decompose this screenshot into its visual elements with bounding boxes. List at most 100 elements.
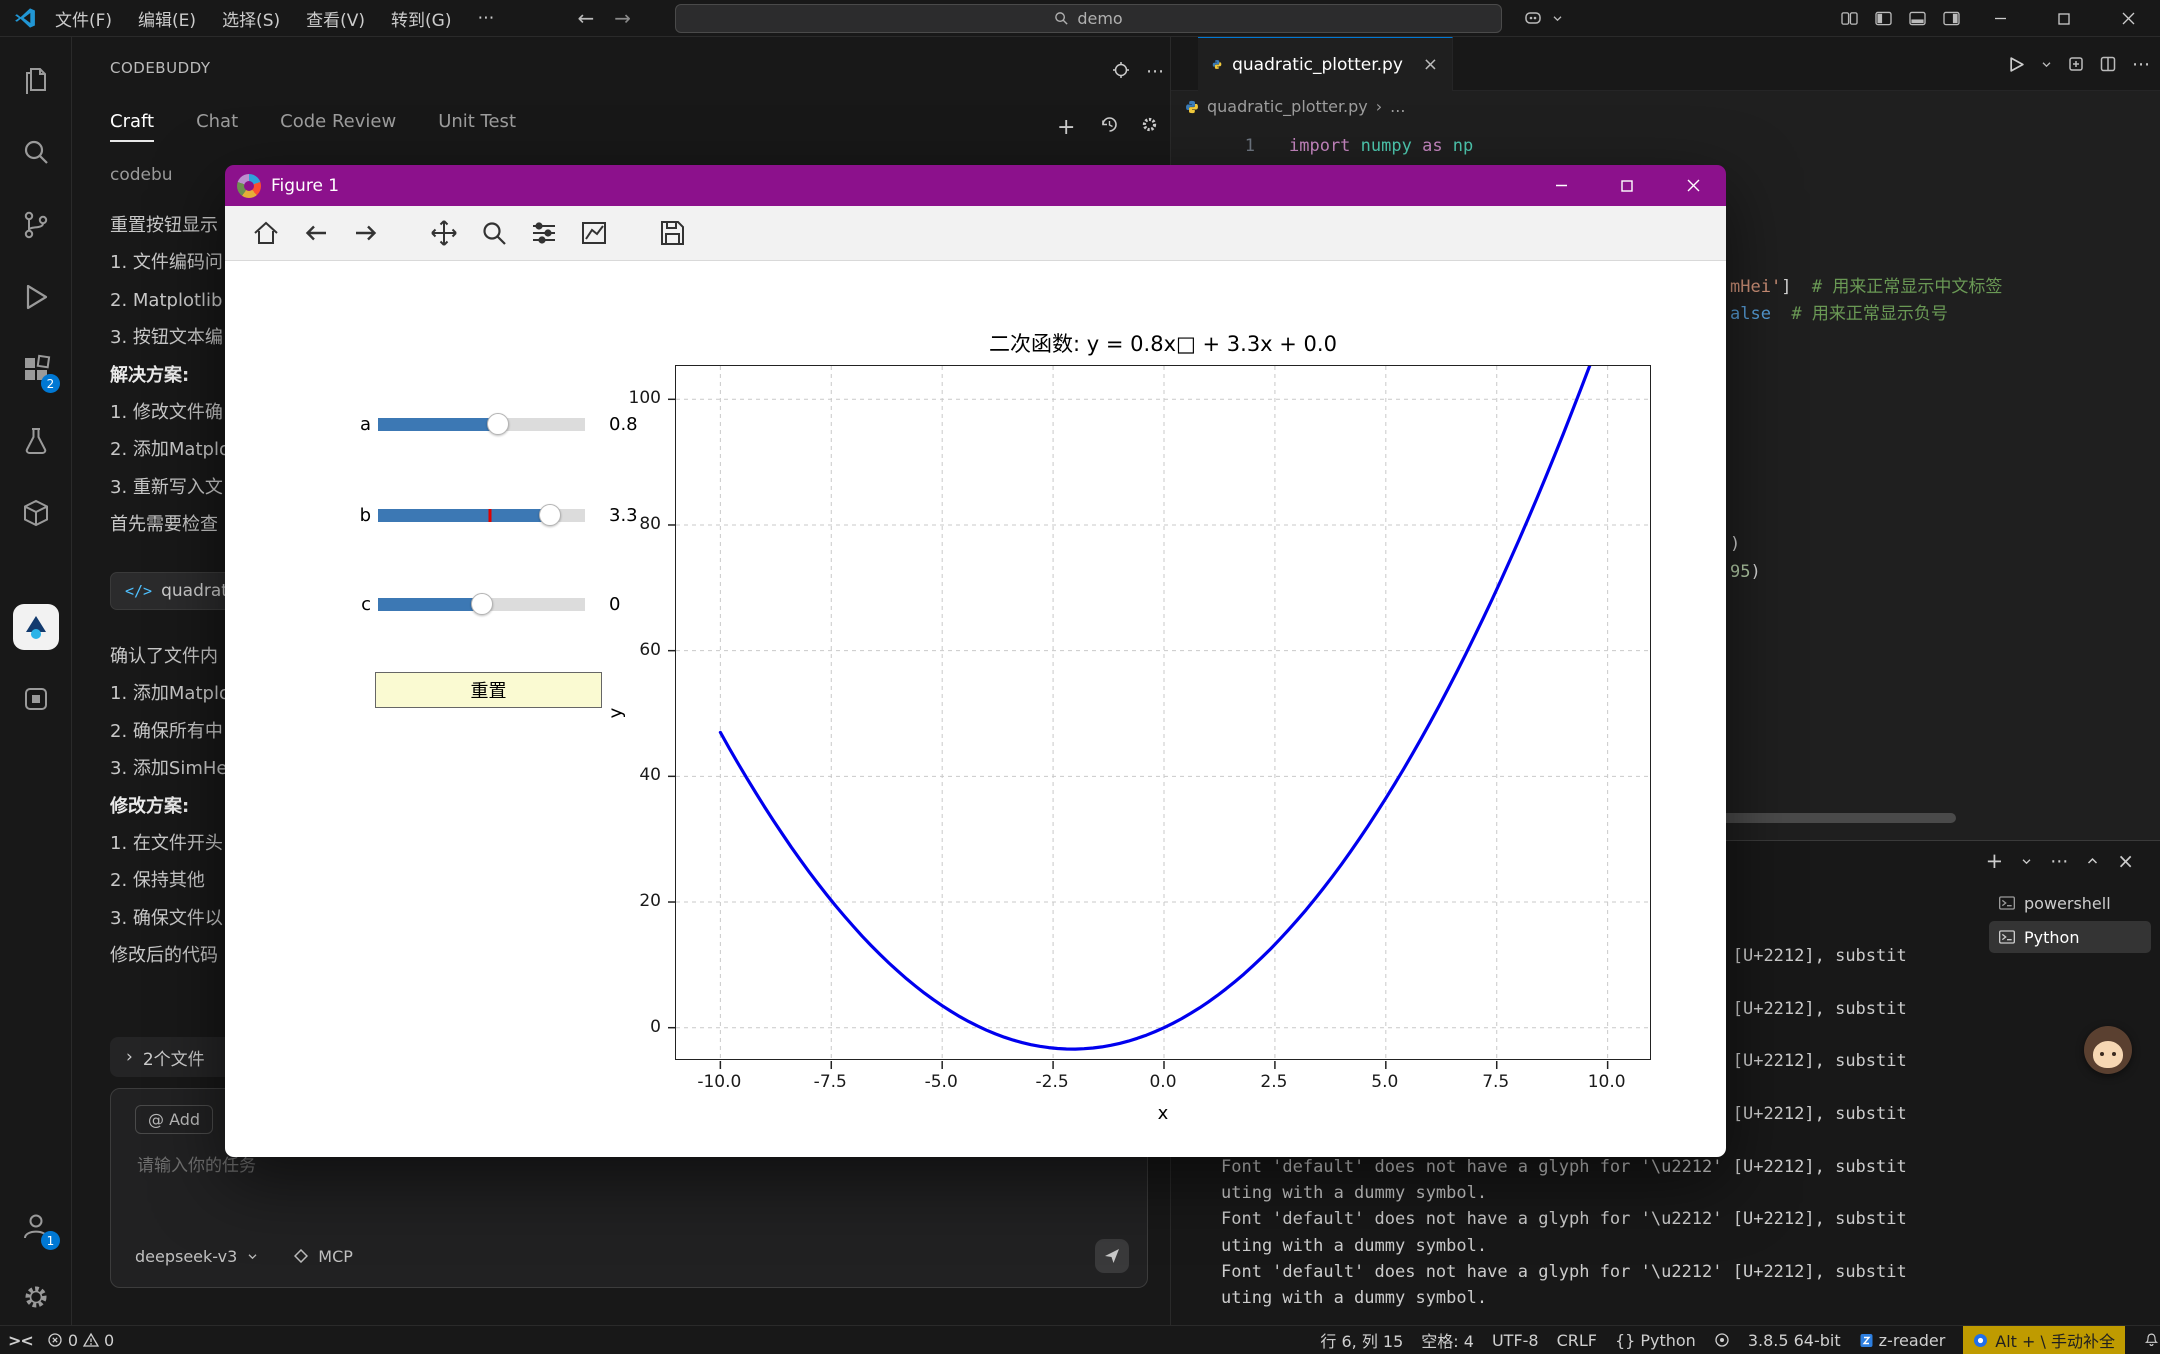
y-tick-label: 0 <box>650 1017 661 1037</box>
chevron-up-icon[interactable] <box>2086 857 2099 865</box>
menu-goto[interactable]: 转到(G) <box>378 6 464 31</box>
mcp-label[interactable]: MCP <box>318 1247 353 1266</box>
editor-extra-icon[interactable] <box>2068 56 2084 72</box>
indentation[interactable]: 空格: 4 <box>1421 1328 1474 1352</box>
chevron-down-icon[interactable] <box>2021 858 2032 865</box>
problems-status[interactable]: 0 0 <box>47 1331 114 1350</box>
slider-a-track[interactable] <box>378 418 585 431</box>
sidebar-item-search[interactable] <box>0 120 72 184</box>
new-session-icon[interactable]: + <box>1057 115 1075 140</box>
terminal-tab-label: powershell <box>2024 894 2111 913</box>
slider-a-handle[interactable] <box>487 413 509 435</box>
encoding[interactable]: UTF-8 <box>1492 1331 1539 1350</box>
toggle-columns-icon[interactable] <box>1832 0 1866 37</box>
slider-b[interactable]: b 3.3 <box>345 502 638 528</box>
send-button[interactable] <box>1095 1239 1129 1273</box>
more-actions-icon[interactable]: ⋯ <box>1146 61 1164 82</box>
slider-b-handle[interactable] <box>539 504 561 526</box>
nav-back-button[interactable]: ← <box>567 6 604 30</box>
new-terminal-icon[interactable]: + <box>1986 849 2004 873</box>
slider-c-track[interactable] <box>378 598 585 611</box>
sidebar-item-remote-explorer[interactable] <box>0 481 72 545</box>
command-center-search[interactable]: demo <box>675 4 1502 33</box>
breadcrumb[interactable]: quadratic_plotter.py › ... <box>1185 97 1405 116</box>
sidebar-item-settings[interactable] <box>0 1265 72 1329</box>
sidebar-item-plugin[interactable] <box>0 667 72 731</box>
slider-a[interactable]: a 0.8 <box>345 411 638 437</box>
code-fragment: alse # 用来正常显示负号 <box>1730 301 1948 327</box>
more-actions-icon[interactable]: ⋯ <box>2132 54 2150 75</box>
interpreter-status-icon[interactable] <box>1714 1332 1730 1348</box>
python-version[interactable]: 3.8.5 64-bit <box>1748 1331 1841 1350</box>
close-panel-icon[interactable]: × <box>2117 849 2134 873</box>
minimize-button[interactable] <box>1968 0 2032 37</box>
maximize-button[interactable] <box>2032 0 2096 37</box>
history-icon[interactable] <box>1100 115 1119 134</box>
sidebar-item-explorer[interactable] <box>0 48 72 112</box>
tab-craft[interactable]: Craft <box>110 111 154 142</box>
y-tick-label: 40 <box>639 765 661 785</box>
slider-c-value: 0 <box>609 594 620 615</box>
sidebar-item-run-debug[interactable] <box>0 265 72 329</box>
plot-axes[interactable] <box>675 365 1651 1060</box>
nav-forward-button[interactable]: → <box>604 6 641 30</box>
chevron-down-icon[interactable] <box>1548 0 1566 37</box>
notifications-bell-icon[interactable] <box>2143 1332 2160 1349</box>
sidebar-item-account[interactable]: 1 <box>0 1194 72 1258</box>
code-icon: </> <box>125 582 152 600</box>
reset-button[interactable]: 重置 <box>375 672 602 708</box>
menu-file[interactable]: 文件(F) <box>42 6 125 31</box>
tab-chat[interactable]: Chat <box>196 111 238 142</box>
menu-more[interactable]: ⋯ <box>464 8 507 28</box>
more-actions-icon[interactable]: ⋯ <box>2050 851 2068 872</box>
code-line[interactable]: import numpy as np <box>1289 133 1473 159</box>
sidebar-item-testing[interactable] <box>0 409 72 473</box>
close-button[interactable] <box>2096 0 2160 37</box>
settings-icon[interactable] <box>1140 115 1159 134</box>
slider-c[interactable]: c 0 <box>345 591 620 617</box>
toggle-sidebar-icon[interactable] <box>1866 0 1900 37</box>
tab-unit-test[interactable]: Unit Test <box>438 111 516 142</box>
slider-c-handle[interactable] <box>471 593 493 615</box>
zreader-status[interactable]: z-reader <box>1859 1331 1946 1350</box>
panel-actions: + ⋯ × <box>1986 849 2134 873</box>
model-selector[interactable]: deepseek-v3 <box>135 1247 237 1266</box>
completion-status[interactable]: Alt + \ 手动补全 <box>1963 1326 2125 1354</box>
split-editor-icon[interactable] <box>2100 56 2116 72</box>
sidebar-item-source-control[interactable] <box>0 193 72 257</box>
terminal-tab-powershell[interactable]: powershell <box>1989 887 2151 919</box>
tab-code-review[interactable]: Code Review <box>280 111 396 142</box>
horizontal-scrollbar[interactable] <box>1715 813 1956 823</box>
remote-indicator[interactable]: >< <box>8 1331 33 1350</box>
breadcrumb-symbol[interactable]: ... <box>1390 97 1405 116</box>
eol-sequence[interactable]: CRLF <box>1557 1331 1597 1350</box>
code-fragment: ) <box>1730 531 1740 557</box>
vscode-window: 文件(F) 编辑(E) 选择(S) 查看(V) 转到(G) ⋯ ← → demo <box>0 0 2160 1354</box>
copilot-icon[interactable] <box>1516 0 1550 37</box>
add-context-chip[interactable]: @ Add <box>135 1105 213 1134</box>
x-tick-label: -7.5 <box>814 1072 847 1092</box>
terminal-tab-python[interactable]: Python <box>1989 921 2151 953</box>
slider-a-label: a <box>345 414 371 435</box>
slider-b-track[interactable] <box>378 509 585 522</box>
run-button[interactable] <box>2008 56 2025 73</box>
tab-quadratic-plotter[interactable]: quadratic_plotter.py × <box>1198 37 1453 91</box>
tab-close-icon[interactable]: × <box>1423 54 1438 75</box>
sidebar-item-codebuddy[interactable] <box>0 595 72 659</box>
python-icon <box>1185 100 1199 114</box>
chevron-down-icon[interactable] <box>2041 61 2052 68</box>
activity-bar: 2 1 <box>0 37 72 1325</box>
target-icon[interactable] <box>1112 61 1130 79</box>
figure-window[interactable]: Figure 1 二次函数: y = 0.8x□ + 3.3x + 0.0 a <box>225 165 1726 1157</box>
menu-view[interactable]: 查看(V) <box>293 6 378 31</box>
breadcrumb-file[interactable]: quadratic_plotter.py <box>1207 97 1368 116</box>
toggle-secondary-sidebar-icon[interactable] <box>1934 0 1968 37</box>
toggle-panel-icon[interactable] <box>1900 0 1934 37</box>
assistant-avatar[interactable] <box>2084 1026 2132 1074</box>
menu-selection[interactable]: 选择(S) <box>209 6 293 31</box>
menu-edit[interactable]: 编辑(E) <box>125 6 209 31</box>
sidebar-item-extensions[interactable]: 2 <box>0 337 72 401</box>
language-mode[interactable]: {}Python <box>1615 1331 1696 1350</box>
source-control-icon <box>21 210 51 240</box>
cursor-position[interactable]: 行 6, 列 15 <box>1320 1328 1403 1352</box>
